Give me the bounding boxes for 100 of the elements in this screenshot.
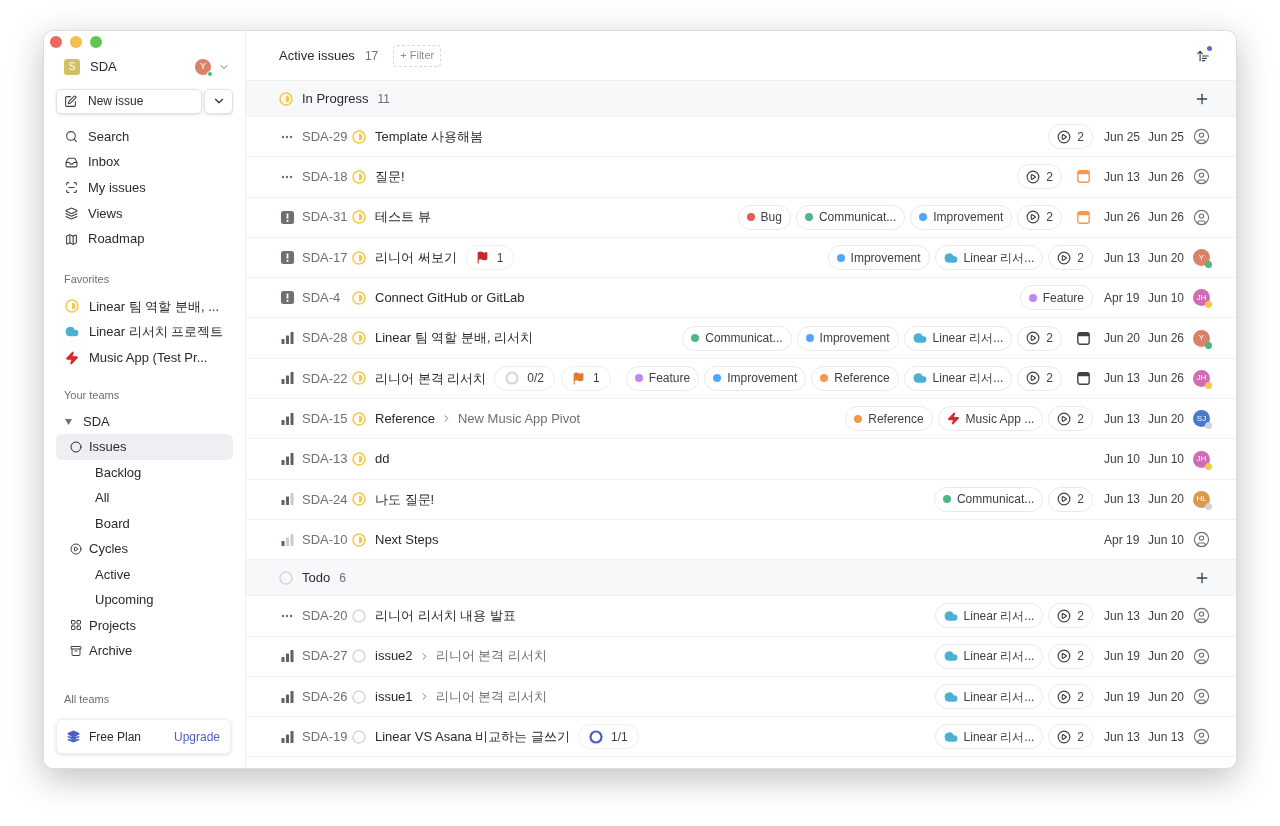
unassigned-icon[interactable] xyxy=(1193,728,1210,746)
sidebar-item[interactable]: All xyxy=(56,485,233,511)
unassigned-icon[interactable] xyxy=(1193,688,1210,705)
nav-item[interactable]: My issues xyxy=(65,174,233,201)
new-issue-button[interactable]: New issue xyxy=(56,88,202,114)
group-header[interactable]: Todo 6 xyxy=(246,560,1236,597)
no-priority-icon[interactable] xyxy=(281,134,293,139)
issue-row[interactable]: SDA-4 Connect GitHub or GitLab Feature Apr 19 Jun 10 JH xyxy=(246,278,1236,319)
sidebar-item[interactable]: Active xyxy=(56,561,233,587)
priority-bars-icon[interactable] xyxy=(280,690,294,703)
project-chip[interactable]: Linear 리서... xyxy=(934,724,1044,750)
sidebar-item[interactable]: Board xyxy=(56,510,233,536)
issue-row[interactable]: SDA-29 Template 사용해봄 2 Jun 25 Jun 25 xyxy=(246,117,1236,158)
issue-row[interactable]: SDA-20 리니어 리서치 내용 발표 Linear 리서... 2 Jun 13 Jun 20 xyxy=(246,596,1236,637)
cycle-chip[interactable]: 2 xyxy=(1048,684,1093,709)
cycle-chip[interactable]: 2 xyxy=(1048,124,1093,150)
cycle-icon xyxy=(1057,250,1072,265)
unassigned-icon[interactable] xyxy=(1193,647,1210,665)
sidebar-item[interactable]: Cycles xyxy=(56,536,233,562)
favorite-item[interactable]: Linear 팀 역할 분배, ... xyxy=(65,293,233,320)
sidebar-item[interactable]: Backlog xyxy=(56,459,233,485)
priority-bars-icon[interactable] xyxy=(280,332,294,345)
unassigned-icon[interactable] xyxy=(1193,208,1210,226)
team-header[interactable]: SDA xyxy=(56,409,233,434)
priority-bars-icon[interactable] xyxy=(280,533,294,546)
label-chip[interactable]: Feature xyxy=(1019,285,1093,311)
label-chip[interactable]: Bug xyxy=(737,204,791,230)
nav-item[interactable]: Search xyxy=(65,123,233,150)
no-priority-icon[interactable] xyxy=(281,613,293,618)
cycle-chip[interactable]: 2 xyxy=(1048,724,1093,750)
issue-row[interactable]: SDA-19 Linear VS Asana 비교하는 글쓰기 1/1 Linear 리서... 2 Jun 13 Jun 13 xyxy=(246,717,1236,758)
priority-bars-icon[interactable] xyxy=(280,453,294,465)
priority-bars-icon[interactable] xyxy=(280,493,294,506)
unassigned-icon[interactable] xyxy=(1193,128,1210,146)
sidebar-item[interactable]: Projects xyxy=(56,612,233,638)
sidebar-item[interactable]: Archive xyxy=(56,638,233,664)
issue-row[interactable]: SDA-13 dd Jun 10 Jun 10 JH xyxy=(246,439,1236,480)
urgent-priority-icon[interactable] xyxy=(280,291,294,305)
priority-bars-icon[interactable] xyxy=(280,730,294,743)
upgrade-link[interactable]: Upgrade xyxy=(173,727,220,746)
issue-row[interactable]: SDA-31 테스트 뷰 Bug Communicat... Improvement 2 Jun 26 Jun 26 xyxy=(246,197,1236,238)
cycle-chip[interactable]: 2 xyxy=(1017,325,1062,351)
urgent-priority-icon[interactable] xyxy=(280,251,294,265)
priority-bars-icon[interactable] xyxy=(280,650,294,663)
unassigned-icon[interactable] xyxy=(1193,607,1210,625)
issue-row[interactable]: SDA-24 나도 질문! Communicat... 2 Jun 13 Jun 20 HL xyxy=(246,479,1236,520)
label-chip[interactable]: Improvement xyxy=(796,325,899,351)
no-priority-icon[interactable] xyxy=(281,174,293,179)
project-chip[interactable]: Music App ... xyxy=(937,406,1044,432)
sidebar-item[interactable]: Issues xyxy=(56,434,233,460)
label-chip[interactable]: Improvement xyxy=(827,245,930,271)
project-chip[interactable]: Linear 리서... xyxy=(903,365,1013,391)
project-chip[interactable]: Linear 리서... xyxy=(934,684,1044,709)
label-chip[interactable]: Communicat... xyxy=(933,486,1044,512)
sort-button[interactable] xyxy=(1196,48,1210,63)
label-chip[interactable]: Improvement xyxy=(704,365,807,391)
project-chip[interactable]: Linear 리서... xyxy=(934,603,1044,629)
favorite-item[interactable]: Linear 리서치 프로젝트 xyxy=(65,319,233,345)
label-chip[interactable]: Improvement xyxy=(910,204,1013,230)
issue-row[interactable]: SDA-17 리니어 써보기 1 Improvement Linear 리서... 2 Jun 13 Jun 20 Y xyxy=(246,237,1236,279)
label-chip[interactable]: Communicat... xyxy=(682,325,792,351)
close-window-button[interactable] xyxy=(50,36,62,48)
cycle-chip[interactable]: 2 xyxy=(1048,486,1093,512)
issue-row[interactable]: SDA-27 issue2 리니어 본격 리서치 Linear 리서... 2 Jun 19 Jun 20 xyxy=(246,636,1236,677)
cycle-chip[interactable]: 2 xyxy=(1048,245,1093,271)
unassigned-icon[interactable] xyxy=(1193,168,1210,186)
cloud-icon xyxy=(943,649,958,664)
due-date: Jun 10 xyxy=(1148,289,1186,307)
nav-item[interactable]: Roadmap xyxy=(65,226,233,252)
nav-item[interactable]: Inbox xyxy=(65,149,233,175)
unassigned-icon[interactable] xyxy=(1193,531,1210,549)
project-chip[interactable]: Linear 리서... xyxy=(934,643,1044,669)
project-chip[interactable]: Linear 리서... xyxy=(934,245,1044,271)
chip-text: 2 xyxy=(1077,410,1084,428)
nav-item[interactable]: Views xyxy=(65,200,233,227)
favorite-item[interactable]: Music App (Test Pr... xyxy=(65,344,233,371)
workspace-name[interactable]: SDA xyxy=(90,57,117,77)
issue-row[interactable]: SDA-28 Linear 팀 역할 분배, 리서치 Communicat... Improvement Linear 리서... 2 Jun 20 Jun 26 Y xyxy=(246,318,1236,359)
urgent-priority-icon[interactable] xyxy=(280,210,294,224)
issue-row[interactable]: SDA-15 Reference New Music App Pivot Reference Music App ... 2 Jun 13 Jun 20 SJ xyxy=(246,399,1236,440)
sidebar-item[interactable]: Upcoming xyxy=(56,587,233,613)
cycle-chip[interactable]: 2 xyxy=(1048,406,1093,432)
cycle-chip[interactable]: 2 xyxy=(1017,204,1062,230)
group-header[interactable]: In Progress 11 xyxy=(246,81,1236,117)
label-chip[interactable]: Reference xyxy=(845,406,933,432)
assignee-avatar[interactable]: SJ xyxy=(1193,410,1210,428)
priority-bars-icon[interactable] xyxy=(280,372,294,385)
issue-title: Reference xyxy=(375,409,435,428)
project-chip[interactable]: Linear 리서... xyxy=(903,325,1013,351)
priority-bars-icon[interactable] xyxy=(280,412,294,425)
label-chip[interactable]: Feature xyxy=(625,365,700,391)
issue-row[interactable]: SDA-22 리니어 본격 리서치 0/2 1 Feature Improvement Reference Linear 리서... 2 Jun 13 Jun 26 JH xyxy=(246,358,1236,400)
cycle-chip[interactable]: 2 xyxy=(1048,643,1093,669)
label-chip[interactable]: Reference xyxy=(811,365,899,391)
cycle-chip[interactable]: 2 xyxy=(1017,164,1062,190)
cycle-chip[interactable]: 2 xyxy=(1017,365,1062,391)
issue-row[interactable]: SDA-18 질문! 2 Jun 13 Jun 26 xyxy=(246,157,1236,198)
label-chip[interactable]: Communicat... xyxy=(795,204,906,230)
cycle-chip[interactable]: 2 xyxy=(1048,603,1093,629)
issue-row[interactable]: SDA-26 issue1 리니어 본격 리서치 Linear 리서... 2 Jun 19 Jun 20 xyxy=(246,676,1236,718)
